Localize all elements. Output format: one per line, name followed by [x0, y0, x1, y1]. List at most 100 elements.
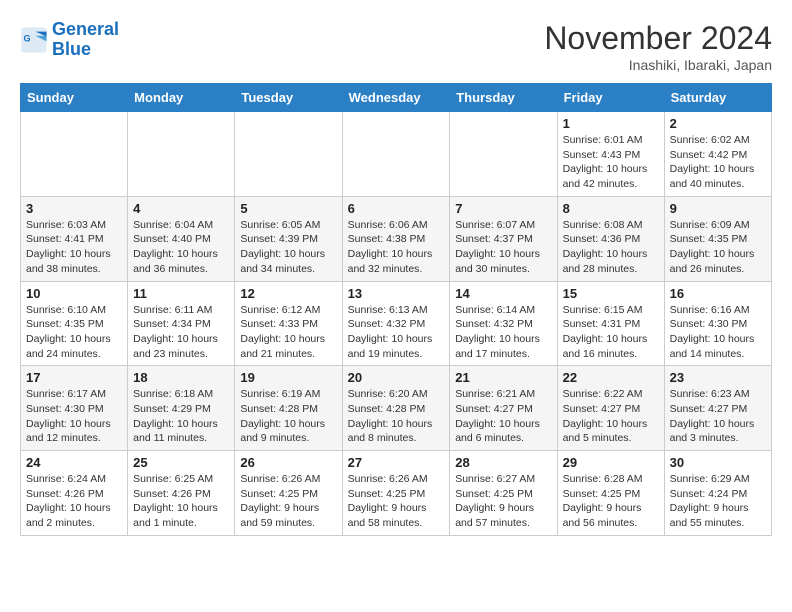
- calendar-cell: 7 Sunrise: 6:07 AMSunset: 4:37 PMDaylight…: [450, 196, 557, 281]
- day-number: 25: [133, 455, 229, 470]
- day-number: 4: [133, 201, 229, 216]
- calendar-cell: 11 Sunrise: 6:11 AMSunset: 4:34 PMDayligh…: [128, 281, 235, 366]
- calendar-cell: 30 Sunrise: 6:29 AMSunset: 4:24 PMDayligh…: [664, 451, 771, 536]
- calendar-row-3: 10 Sunrise: 6:10 AMSunset: 4:35 PMDayligh…: [21, 281, 772, 366]
- day-info: Sunrise: 6:18 AMSunset: 4:29 PMDaylight:…: [133, 387, 229, 446]
- day-info: Sunrise: 6:08 AMSunset: 4:36 PMDaylight:…: [563, 218, 659, 277]
- day-number: 14: [455, 286, 551, 301]
- day-info: Sunrise: 6:17 AMSunset: 4:30 PMDaylight:…: [26, 387, 122, 446]
- calendar-cell: 4 Sunrise: 6:04 AMSunset: 4:40 PMDaylight…: [128, 196, 235, 281]
- day-info: Sunrise: 6:04 AMSunset: 4:40 PMDaylight:…: [133, 218, 229, 277]
- day-number: 2: [670, 116, 766, 131]
- calendar-cell: 6 Sunrise: 6:06 AMSunset: 4:38 PMDaylight…: [342, 196, 450, 281]
- header-sunday: Sunday: [21, 84, 128, 112]
- day-number: 10: [26, 286, 122, 301]
- calendar-table: Sunday Monday Tuesday Wednesday Thursday…: [20, 83, 772, 536]
- day-info: Sunrise: 6:10 AMSunset: 4:35 PMDaylight:…: [26, 303, 122, 362]
- header-tuesday: Tuesday: [235, 84, 342, 112]
- logo-icon: G: [20, 26, 48, 54]
- day-number: 18: [133, 370, 229, 385]
- day-number: 11: [133, 286, 229, 301]
- day-info: Sunrise: 6:21 AMSunset: 4:27 PMDaylight:…: [455, 387, 551, 446]
- day-info: Sunrise: 6:28 AMSunset: 4:25 PMDaylight:…: [563, 472, 659, 531]
- day-info: Sunrise: 6:01 AMSunset: 4:43 PMDaylight:…: [563, 133, 659, 192]
- day-number: 28: [455, 455, 551, 470]
- day-number: 22: [563, 370, 659, 385]
- calendar-cell: 9 Sunrise: 6:09 AMSunset: 4:35 PMDaylight…: [664, 196, 771, 281]
- calendar-cell: 12 Sunrise: 6:12 AMSunset: 4:33 PMDayligh…: [235, 281, 342, 366]
- calendar-cell: 1Sunrise: 6:01 AMSunset: 4:43 PMDaylight…: [557, 112, 664, 197]
- calendar-cell: 28 Sunrise: 6:27 AMSunset: 4:25 PMDayligh…: [450, 451, 557, 536]
- day-info: Sunrise: 6:11 AMSunset: 4:34 PMDaylight:…: [133, 303, 229, 362]
- day-info: Sunrise: 6:22 AMSunset: 4:27 PMDaylight:…: [563, 387, 659, 446]
- day-info: Sunrise: 6:20 AMSunset: 4:28 PMDaylight:…: [348, 387, 445, 446]
- calendar-cell: 24 Sunrise: 6:24 AMSunset: 4:26 PMDayligh…: [21, 451, 128, 536]
- day-info: Sunrise: 6:07 AMSunset: 4:37 PMDaylight:…: [455, 218, 551, 277]
- day-info: Sunrise: 6:19 AMSunset: 4:28 PMDaylight:…: [240, 387, 336, 446]
- page-header: G General Blue November 2024 Inashiki, I…: [20, 20, 772, 73]
- header-friday: Friday: [557, 84, 664, 112]
- day-number: 12: [240, 286, 336, 301]
- calendar-cell: 16Sunrise: 6:16 AMSunset: 4:30 PMDayligh…: [664, 281, 771, 366]
- calendar-cell: 25 Sunrise: 6:25 AMSunset: 4:26 PMDayligh…: [128, 451, 235, 536]
- calendar-cell: 10 Sunrise: 6:10 AMSunset: 4:35 PMDayligh…: [21, 281, 128, 366]
- calendar-cell: 23 Sunrise: 6:23 AMSunset: 4:27 PMDayligh…: [664, 366, 771, 451]
- day-number: 13: [348, 286, 445, 301]
- logo-text: General Blue: [52, 20, 119, 60]
- day-info: Sunrise: 6:09 AMSunset: 4:35 PMDaylight:…: [670, 218, 766, 277]
- calendar-row-5: 24 Sunrise: 6:24 AMSunset: 4:26 PMDayligh…: [21, 451, 772, 536]
- day-number: 16: [670, 286, 766, 301]
- day-number: 17: [26, 370, 122, 385]
- day-number: 24: [26, 455, 122, 470]
- day-number: 9: [670, 201, 766, 216]
- day-number: 8: [563, 201, 659, 216]
- calendar-cell: [21, 112, 128, 197]
- calendar-cell: 5Sunrise: 6:05 AMSunset: 4:39 PMDaylight…: [235, 196, 342, 281]
- calendar-row-4: 17 Sunrise: 6:17 AMSunset: 4:30 PMDayligh…: [21, 366, 772, 451]
- day-number: 7: [455, 201, 551, 216]
- header-wednesday: Wednesday: [342, 84, 450, 112]
- day-info: Sunrise: 6:05 AMSunset: 4:39 PMDaylight:…: [240, 218, 336, 277]
- calendar-row-2: 3 Sunrise: 6:03 AMSunset: 4:41 PMDaylight…: [21, 196, 772, 281]
- calendar-cell: 8 Sunrise: 6:08 AMSunset: 4:36 PMDaylight…: [557, 196, 664, 281]
- day-number: 21: [455, 370, 551, 385]
- day-number: 26: [240, 455, 336, 470]
- day-info: Sunrise: 6:26 AMSunset: 4:25 PMDaylight:…: [240, 472, 336, 531]
- day-number: 23: [670, 370, 766, 385]
- day-info: Sunrise: 6:03 AMSunset: 4:41 PMDaylight:…: [26, 218, 122, 277]
- calendar-cell: [235, 112, 342, 197]
- header-thursday: Thursday: [450, 84, 557, 112]
- day-info: Sunrise: 6:24 AMSunset: 4:26 PMDaylight:…: [26, 472, 122, 531]
- calendar-row-1: 1Sunrise: 6:01 AMSunset: 4:43 PMDaylight…: [21, 112, 772, 197]
- day-info: Sunrise: 6:12 AMSunset: 4:33 PMDaylight:…: [240, 303, 336, 362]
- calendar-cell: 13 Sunrise: 6:13 AMSunset: 4:32 PMDayligh…: [342, 281, 450, 366]
- calendar-cell: 27Sunrise: 6:26 AMSunset: 4:25 PMDayligh…: [342, 451, 450, 536]
- day-info: Sunrise: 6:25 AMSunset: 4:26 PMDaylight:…: [133, 472, 229, 531]
- day-info: Sunrise: 6:23 AMSunset: 4:27 PMDaylight:…: [670, 387, 766, 446]
- day-info: Sunrise: 6:06 AMSunset: 4:38 PMDaylight:…: [348, 218, 445, 277]
- calendar-cell: 26 Sunrise: 6:26 AMSunset: 4:25 PMDayligh…: [235, 451, 342, 536]
- calendar-cell: [342, 112, 450, 197]
- day-info: Sunrise: 6:27 AMSunset: 4:25 PMDaylight:…: [455, 472, 551, 531]
- calendar-cell: 19Sunrise: 6:19 AMSunset: 4:28 PMDayligh…: [235, 366, 342, 451]
- calendar-cell: 22 Sunrise: 6:22 AMSunset: 4:27 PMDayligh…: [557, 366, 664, 451]
- day-info: Sunrise: 6:15 AMSunset: 4:31 PMDaylight:…: [563, 303, 659, 362]
- day-number: 27: [348, 455, 445, 470]
- day-number: 6: [348, 201, 445, 216]
- day-info: Sunrise: 6:29 AMSunset: 4:24 PMDaylight:…: [670, 472, 766, 531]
- day-number: 20: [348, 370, 445, 385]
- logo: G General Blue: [20, 20, 119, 60]
- day-number: 30: [670, 455, 766, 470]
- day-number: 3: [26, 201, 122, 216]
- location-subtitle: Inashiki, Ibaraki, Japan: [544, 57, 772, 73]
- calendar-cell: 20 Sunrise: 6:20 AMSunset: 4:28 PMDayligh…: [342, 366, 450, 451]
- calendar-cell: 14 Sunrise: 6:14 AMSunset: 4:32 PMDayligh…: [450, 281, 557, 366]
- day-info: Sunrise: 6:02 AMSunset: 4:42 PMDaylight:…: [670, 133, 766, 192]
- calendar-cell: 15Sunrise: 6:15 AMSunset: 4:31 PMDayligh…: [557, 281, 664, 366]
- calendar-cell: 18 Sunrise: 6:18 AMSunset: 4:29 PMDayligh…: [128, 366, 235, 451]
- month-title: November 2024: [544, 20, 772, 57]
- calendar-cell: 3 Sunrise: 6:03 AMSunset: 4:41 PMDaylight…: [21, 196, 128, 281]
- day-info: Sunrise: 6:13 AMSunset: 4:32 PMDaylight:…: [348, 303, 445, 362]
- calendar-header: Sunday Monday Tuesday Wednesday Thursday…: [21, 84, 772, 112]
- day-info: Sunrise: 6:14 AMSunset: 4:32 PMDaylight:…: [455, 303, 551, 362]
